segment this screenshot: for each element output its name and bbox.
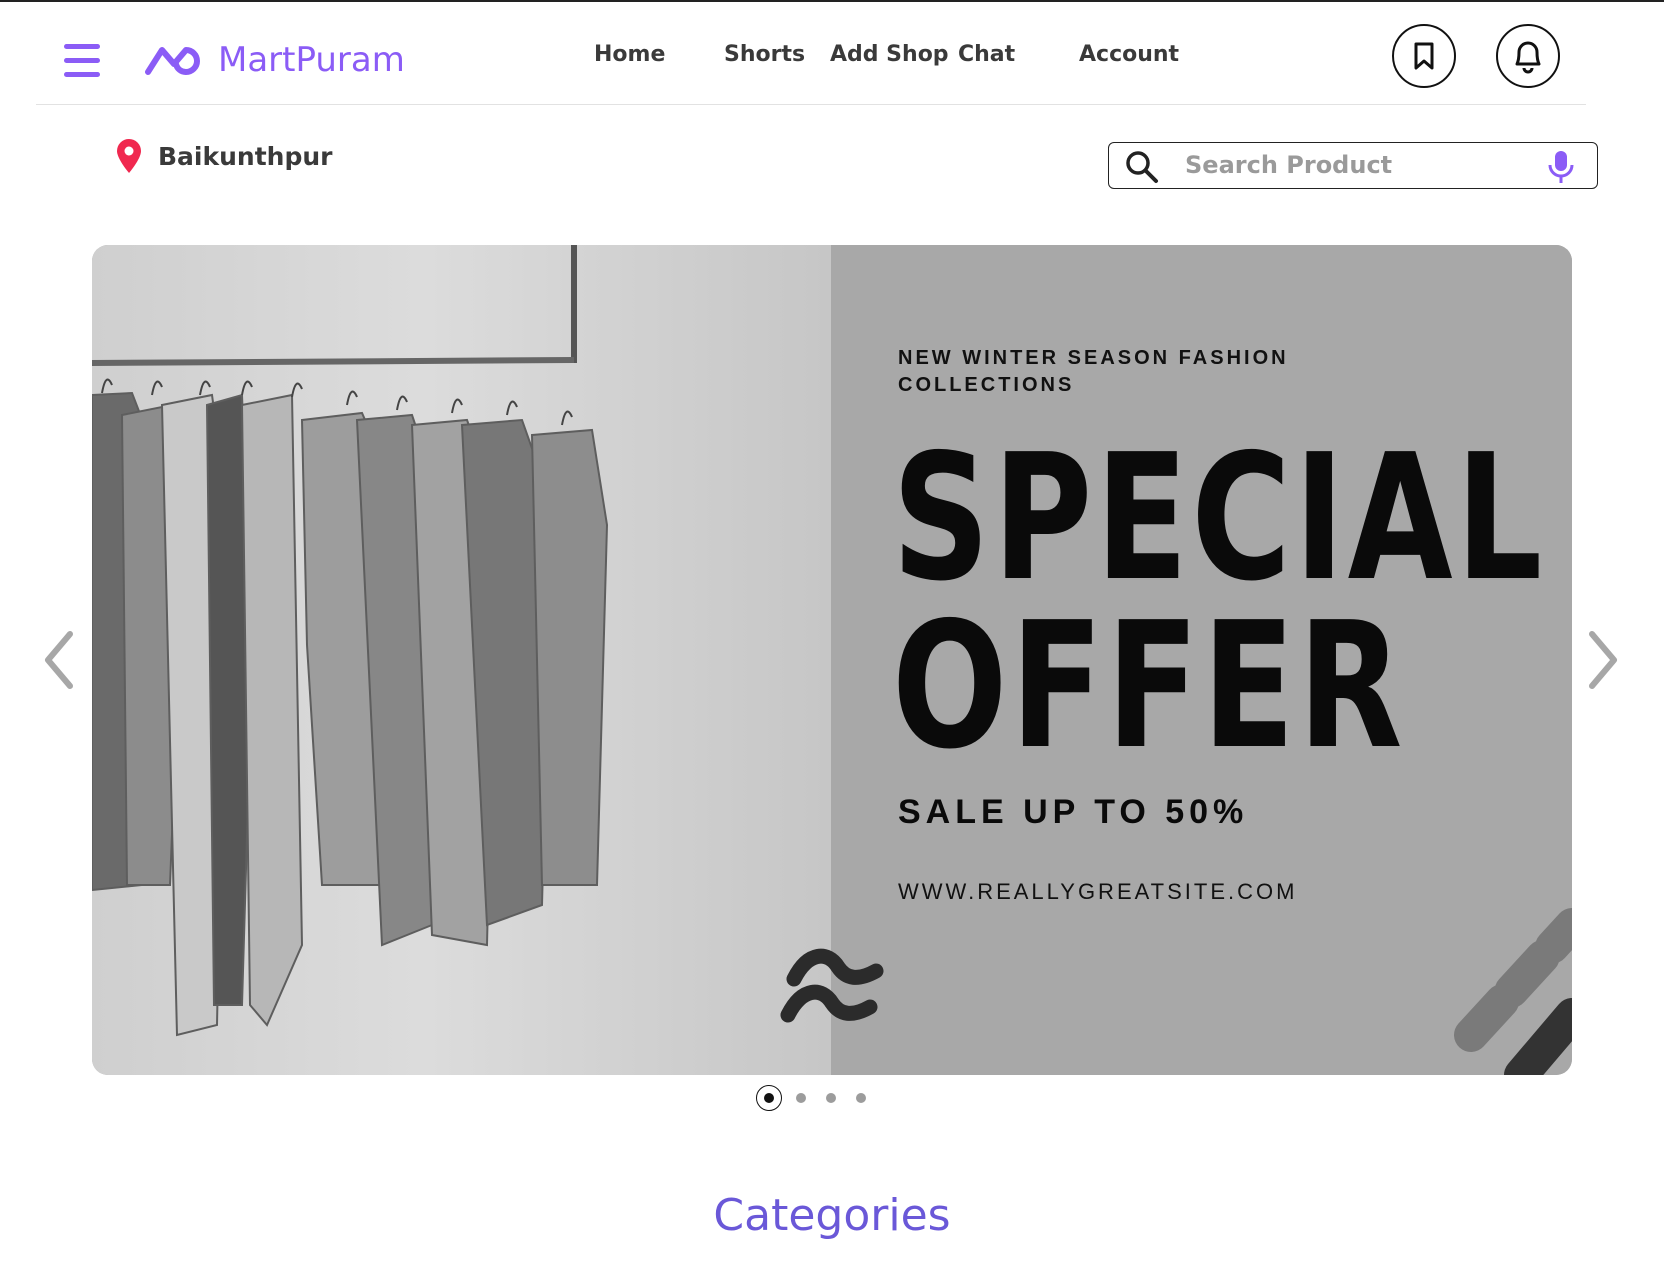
banner-title-line2: OFFER — [892, 585, 1406, 788]
mic-icon[interactable] — [1547, 149, 1575, 185]
stripes-decoration — [1454, 908, 1572, 1075]
top-navbar: MartPuram Home Shorts Add Shop Chat Acco… — [0, 2, 1664, 104]
search-icon[interactable] — [1125, 150, 1159, 184]
search-bar — [1108, 142, 1598, 189]
notifications-button[interactable] — [1496, 24, 1560, 88]
carousel-dot-4[interactable] — [856, 1093, 866, 1103]
brand-name: MartPuram — [218, 40, 405, 80]
promo-banner[interactable]: NEW WINTER SEASON FASHION COLLECTIONS SP… — [92, 245, 1572, 1075]
menu-icon[interactable] — [64, 44, 100, 78]
location-name: Baikunthpur — [158, 141, 333, 171]
logo-mark-icon — [145, 47, 200, 75]
chevron-right-icon[interactable] — [1582, 628, 1622, 692]
carousel-dot-3[interactable] — [826, 1093, 836, 1103]
nav-account[interactable]: Account — [1079, 42, 1179, 67]
banner-clothes-image — [92, 245, 831, 1075]
banner-title-line1: SPECIAL — [892, 417, 1546, 620]
nav-chat[interactable]: Chat — [958, 42, 1015, 67]
carousel-dots — [756, 1085, 886, 1111]
header-divider — [36, 104, 1586, 105]
carousel-dot-1[interactable] — [756, 1085, 782, 1111]
map-pin-icon — [117, 139, 141, 173]
banner-subtitle: NEW WINTER SEASON FASHION COLLECTIONS — [898, 347, 1289, 396]
search-input[interactable] — [1185, 148, 1525, 182]
nav-add-shop[interactable]: Add Shop — [830, 42, 949, 67]
banner-title: SPECIAL OFFER — [892, 417, 1546, 788]
chevron-left-icon[interactable] — [40, 628, 80, 692]
nav-home[interactable]: Home — [594, 42, 665, 67]
banner-sale-text: SALE UP TO 50% — [898, 793, 1249, 831]
clothes-rack-illustration — [92, 245, 609, 1037]
categories-heading: Categories — [713, 1190, 951, 1241]
brand-logo[interactable]: MartPuram — [144, 40, 405, 80]
nav-shorts[interactable]: Shorts — [724, 42, 805, 67]
wave-logo-icon — [780, 948, 884, 1023]
location-selector[interactable]: Baikunthpur — [114, 138, 333, 174]
banner-url: WWW.REALLYGREATSITE.COM — [898, 879, 1298, 904]
bell-icon — [1515, 41, 1541, 74]
bookmark-button[interactable] — [1392, 24, 1456, 88]
carousel-dot-2[interactable] — [796, 1093, 806, 1103]
bookmark-icon — [1414, 42, 1434, 70]
